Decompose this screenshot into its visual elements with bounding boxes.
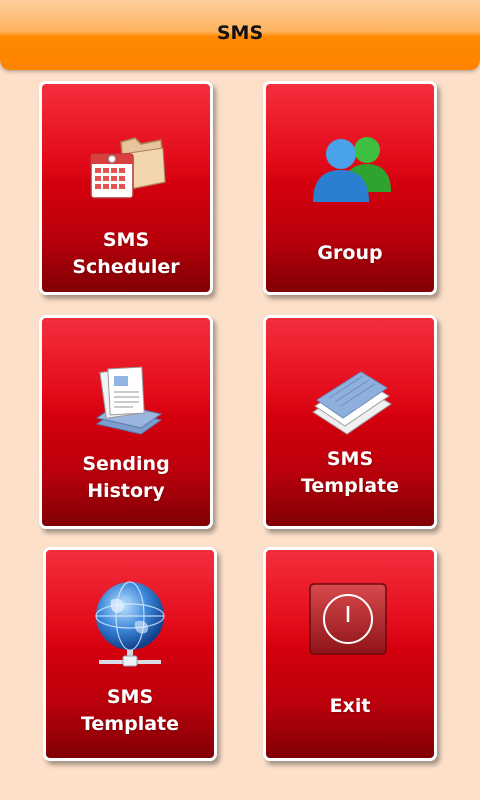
users-icon: [313, 137, 391, 202]
sending-history-label: Sending History: [82, 453, 170, 502]
exit-button[interactable]: Exit: [263, 547, 437, 761]
sms-template-button[interactable]: SMS Template: [263, 315, 437, 529]
group-label: Group: [317, 242, 383, 264]
calendar-folder-icon: [90, 137, 166, 199]
globe-network-icon: [95, 581, 165, 667]
sending-history-button[interactable]: Sending History: [39, 315, 213, 529]
app-title: SMS: [216, 22, 264, 44]
title-bar: SMS: [0, 0, 480, 70]
sms-scheduler-label: SMS Scheduler: [72, 229, 180, 278]
sms-template-network-label: SMS Template: [80, 686, 180, 735]
group-button[interactable]: Group: [263, 81, 437, 295]
sms-template-network-button[interactable]: SMS Template: [43, 547, 217, 761]
power-icon: [309, 583, 387, 655]
sms-scheduler-button[interactable]: SMS Scheduler: [39, 81, 213, 295]
sms-template-label: SMS Template: [300, 448, 400, 497]
exit-label: Exit: [329, 695, 371, 717]
documents-stack-icon: [95, 366, 163, 435]
papers-icon: [312, 371, 392, 435]
